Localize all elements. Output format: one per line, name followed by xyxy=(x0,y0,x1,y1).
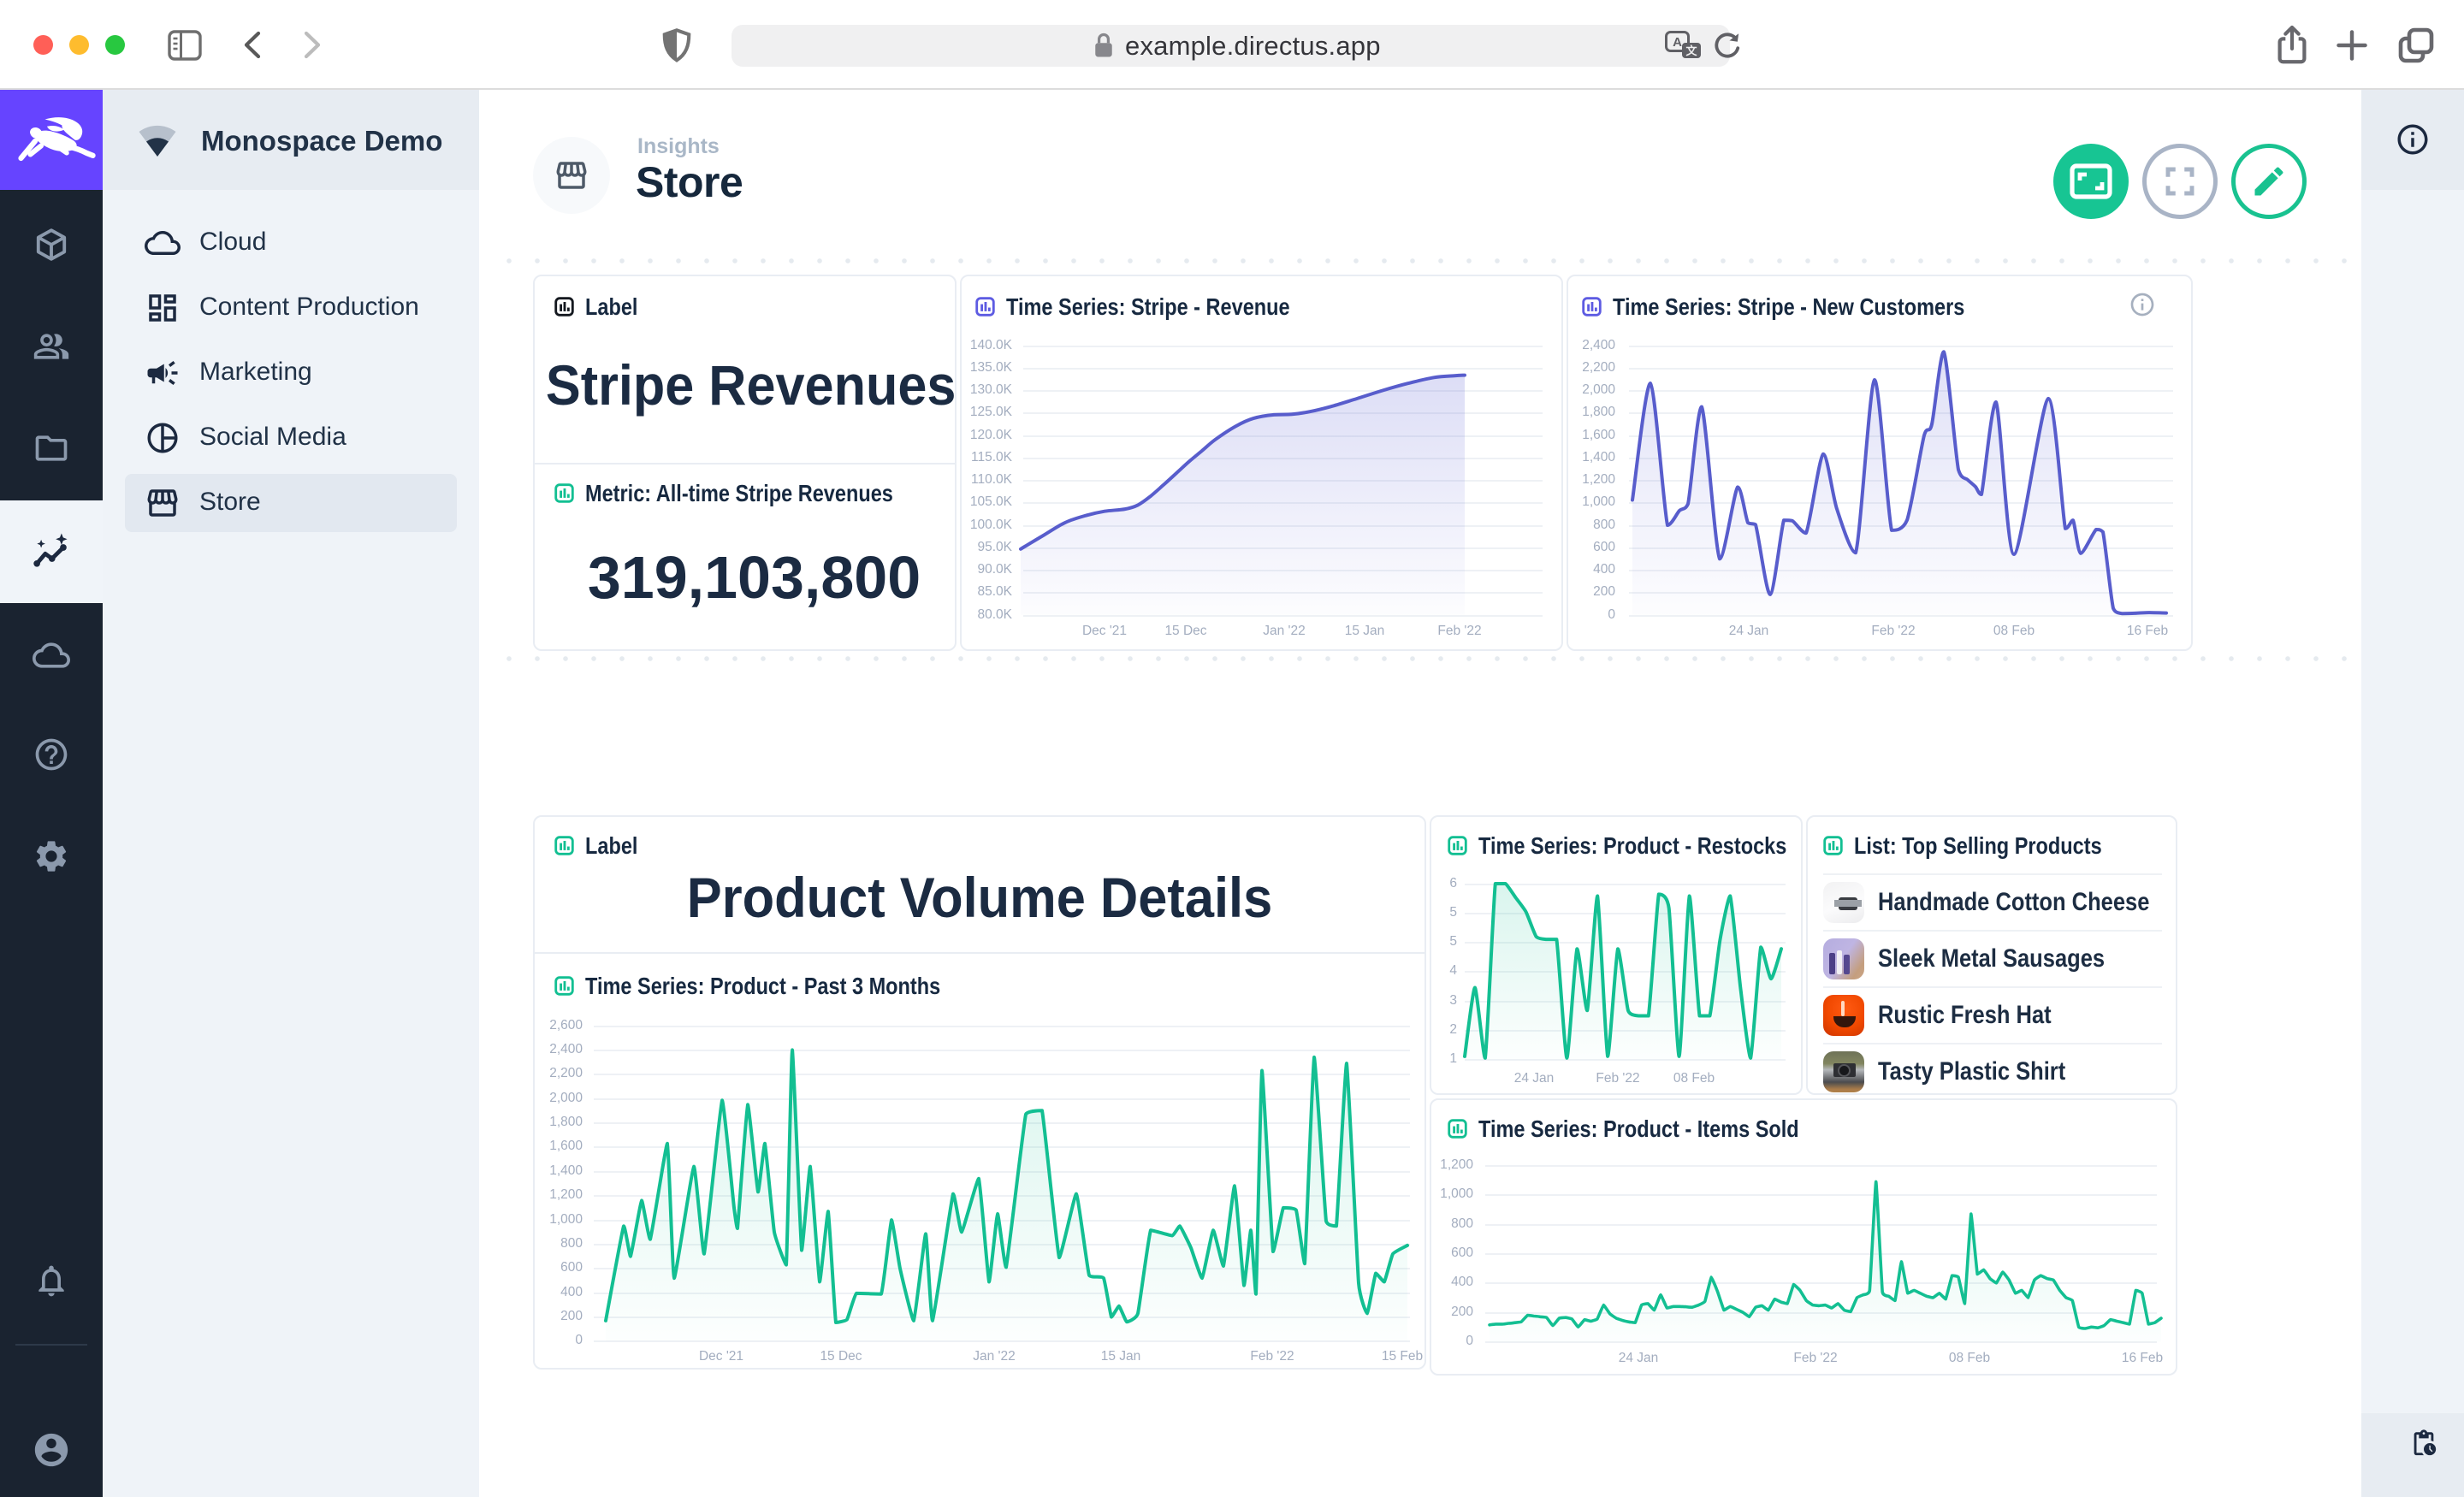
svg-text:文: 文 xyxy=(1685,44,1697,57)
svg-text:A: A xyxy=(1673,35,1682,50)
